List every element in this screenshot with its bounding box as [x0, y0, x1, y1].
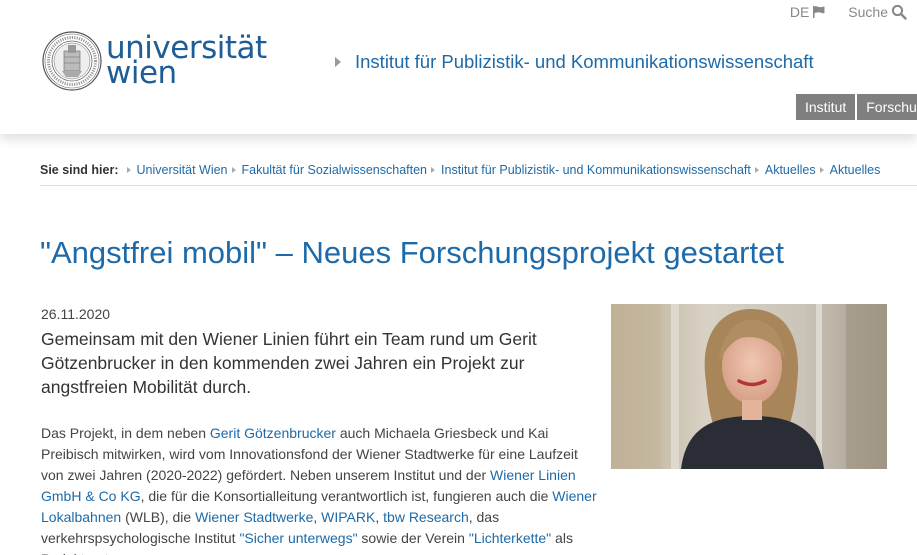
article-date: 26.11.2020: [41, 306, 111, 322]
breadcrumb-item-aktuelles-current[interactable]: Aktuelles: [830, 163, 881, 177]
body-text: ,: [313, 509, 322, 525]
article-lead: Gemeinsam mit den Wiener Linien führt ei…: [41, 329, 537, 397]
breadcrumb-separator-icon: [754, 167, 759, 173]
institute-title: Institut für Publizistik- und Kommunikat…: [355, 51, 814, 72]
portrait-image: [611, 304, 887, 469]
breadcrumb-separator-icon: [431, 167, 436, 173]
arrow-right-icon: [335, 57, 341, 67]
body-text: Das Projekt, in dem neben: [41, 425, 210, 441]
breadcrumb-separator-icon: [231, 167, 236, 173]
body-text: ,: [375, 509, 384, 525]
article-photo: [611, 304, 887, 469]
flag-icon: [813, 6, 825, 18]
link-lichterkette[interactable]: "Lichterkette": [469, 530, 551, 546]
breadcrumb-item-institut[interactable]: Institut für Publizistik- und Kommunikat…: [441, 163, 751, 177]
breadcrumb-item-fakultaet[interactable]: Fakultät für Sozialwissenschaften: [242, 163, 428, 177]
breadcrumb-separator-icon: [126, 167, 131, 173]
language-switch[interactable]: DE: [790, 4, 826, 20]
body-text: (WLB), die: [121, 509, 196, 525]
tab-forschung[interactable]: Forschung: [857, 94, 917, 120]
search-label: Suche: [848, 4, 888, 20]
link-gerit-goetzenbrucker[interactable]: Gerit Götzenbrucker: [210, 425, 336, 441]
search-button[interactable]: Suche: [848, 4, 907, 20]
institute-title-link[interactable]: Institut für Publizistik- und Kommunikat…: [335, 51, 814, 73]
main-nav-tabs: Institut Forschung: [796, 94, 917, 120]
link-tbw-research[interactable]: tbw Research: [383, 509, 469, 525]
tab-institut[interactable]: Institut: [796, 94, 856, 120]
university-seal-icon: [42, 31, 102, 91]
article-title: "Angstfrei mobil" – Neues Forschungsproj…: [40, 235, 784, 270]
body-text: , die für die Konsortialleitung verantwo…: [140, 488, 553, 504]
link-wiener-stadtwerke[interactable]: Wiener Stadtwerke: [195, 509, 313, 525]
breadcrumb-item-aktuelles[interactable]: Aktuelles: [765, 163, 816, 177]
link-wipark[interactable]: WIPARK: [321, 509, 375, 525]
body-text: sowie der Verein: [357, 530, 469, 546]
breadcrumb-label: Sie sind hier:: [40, 163, 119, 177]
breadcrumb-item-universitaet[interactable]: Universität Wien: [137, 163, 228, 177]
article-body: Das Projekt, in dem neben Gerit Götzenbr…: [41, 423, 603, 555]
breadcrumb-separator-icon: [819, 167, 824, 173]
language-label: DE: [789, 4, 810, 20]
breadcrumb: Sie sind hier: Universität Wien Fakultät…: [40, 163, 917, 177]
logo-wordmark: universität wien: [106, 33, 267, 89]
site-header: DE Suche universität wien Institut für P…: [0, 0, 917, 134]
utility-nav: DE Suche: [790, 3, 917, 21]
breadcrumb-divider: [40, 185, 917, 186]
link-sicher-unterwegs[interactable]: "Sicher unterwegs": [239, 530, 357, 546]
search-icon: [891, 4, 907, 20]
university-logo[interactable]: universität wien: [42, 31, 267, 91]
